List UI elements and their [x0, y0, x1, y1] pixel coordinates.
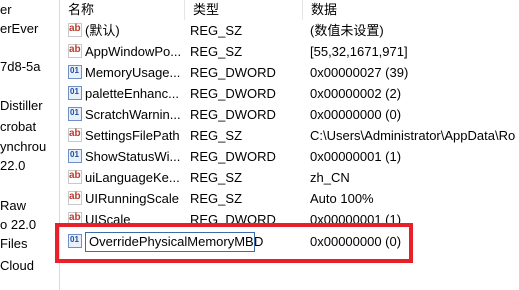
- value-name: UIScale: [85, 212, 131, 223]
- value-name-cell: uiLanguageKe...: [68, 167, 184, 188]
- value-name-cell: paletteEnhanc...: [68, 83, 184, 104]
- string-value-icon: [68, 126, 82, 142]
- dword-value-icon: [68, 105, 82, 121]
- value-type: REG_SZ: [190, 170, 243, 185]
- tree-item[interactable]: crobat: [0, 117, 36, 137]
- value-name: (默认): [85, 23, 120, 38]
- value-name: ScratchWarnin...: [85, 107, 181, 122]
- value-type: REG_SZ: [190, 128, 243, 143]
- value-data: C:\Users\Administrator\AppData\Ro: [310, 128, 516, 143]
- tree-item[interactable]: 22.0: [0, 156, 25, 176]
- dword-value-icon: [68, 147, 82, 163]
- value-data: 0x00000000 (0): [310, 234, 402, 249]
- value-type: D: [254, 234, 264, 249]
- value-type: REG_DWORD: [190, 212, 276, 223]
- value-type: REG_SZ: [190, 23, 243, 38]
- tree-item[interactable]: er: [0, 0, 12, 20]
- value-name-cell: (默认): [68, 20, 184, 41]
- table-row[interactable]: (默认) REG_SZ (数值未设置): [60, 20, 519, 41]
- value-data: 0x00000001 (1): [310, 212, 402, 223]
- column-header-type[interactable]: 类型: [185, 0, 303, 20]
- table-row[interactable]: MemoryUsage... REG_DWORD 0x00000027 (39): [60, 62, 519, 83]
- table-row[interactable]: UIScale REG_DWORD 0x00000001 (1): [60, 209, 519, 223]
- table-row[interactable]: ScratchWarnin... REG_DWORD 0x00000000 (0…: [60, 104, 519, 125]
- value-type: REG_SZ: [190, 191, 243, 206]
- tree-item[interactable]: erEver: [0, 19, 38, 39]
- value-name: paletteEnhanc...: [85, 86, 179, 101]
- value-name-cell: ShowStatusWi...: [68, 146, 184, 167]
- value-name-cell: UIRunningScale: [68, 188, 184, 209]
- rename-input[interactable]: OverridePhysicalMemoryMB: [85, 232, 255, 252]
- tree-item[interactable]: ynchrou: [0, 137, 46, 157]
- value-name-cell: UIScale: [68, 209, 184, 223]
- column-header-name[interactable]: 名称: [60, 0, 185, 20]
- value-data: [55,32,1671,971]: [310, 44, 408, 59]
- string-value-icon: [68, 21, 82, 37]
- tree-item[interactable]: o 22.0: [0, 215, 36, 235]
- tree-item[interactable]: Raw: [0, 196, 26, 216]
- table-row[interactable]: uiLanguageKe... REG_SZ zh_CN: [60, 167, 519, 188]
- dword-value-icon: [68, 63, 82, 79]
- table-row[interactable]: AppWindowPo... REG_SZ [55,32,1671,971]: [60, 41, 519, 62]
- tree-item[interactable]: Cloud: [0, 256, 34, 276]
- string-value-icon: [68, 168, 82, 184]
- tree-item[interactable]: Distiller: [0, 96, 43, 116]
- registry-key-tree[interactable]: er erEver 7d8-5a Distiller crobat ynchro…: [0, 0, 60, 290]
- value-data: 0x00000000 (0): [310, 107, 402, 122]
- value-data: 0x00000027 (39): [310, 65, 409, 80]
- value-data: 0x00000001 (1): [310, 149, 402, 164]
- value-data: zh_CN: [310, 170, 350, 185]
- column-header-data[interactable]: 数据: [303, 0, 519, 20]
- value-name: MemoryUsage...: [85, 65, 181, 80]
- value-name-cell: AppWindowPo...: [68, 41, 184, 62]
- list-header: 名称 类型 数据: [60, 0, 519, 20]
- value-type: REG_DWORD: [190, 86, 276, 101]
- value-name-cell: ScratchWarnin...: [68, 104, 184, 125]
- value-name: uiLanguageKe...: [85, 170, 180, 185]
- table-row[interactable]: ShowStatusWi... REG_DWORD 0x00000001 (1): [60, 146, 519, 167]
- table-row[interactable]: UIRunningScale REG_SZ Auto 100%: [60, 188, 519, 209]
- table-row[interactable]: paletteEnhanc... REG_DWORD 0x00000002 (2…: [60, 83, 519, 104]
- tree-item[interactable]: 7d8-5a: [0, 57, 40, 77]
- value-name: AppWindowPo...: [85, 44, 182, 59]
- value-name: UIRunningScale: [85, 191, 179, 206]
- tree-item[interactable]: Files: [0, 234, 27, 254]
- value-data: 0x00000002 (2): [310, 86, 402, 101]
- value-data: Auto 100%: [310, 191, 374, 206]
- value-name: ShowStatusWi...: [85, 149, 181, 164]
- value-name: SettingsFilePath: [85, 128, 180, 143]
- value-type: REG_SZ: [190, 44, 243, 59]
- value-type: REG_DWORD: [190, 65, 276, 80]
- table-row[interactable]: SettingsFilePath REG_SZ C:\Users\Adminis…: [60, 125, 519, 146]
- value-data: (数值未设置): [310, 23, 384, 38]
- value-name-cell: MemoryUsage...: [68, 62, 184, 83]
- string-value-icon: [68, 42, 82, 58]
- string-value-icon: [68, 189, 82, 205]
- string-value-icon: [68, 210, 82, 223]
- dword-value-icon: [68, 232, 82, 248]
- value-name-cell: SettingsFilePath: [68, 125, 184, 146]
- dword-value-icon: [68, 84, 82, 100]
- value-type: REG_DWORD: [190, 149, 276, 164]
- value-type: REG_DWORD: [190, 107, 276, 122]
